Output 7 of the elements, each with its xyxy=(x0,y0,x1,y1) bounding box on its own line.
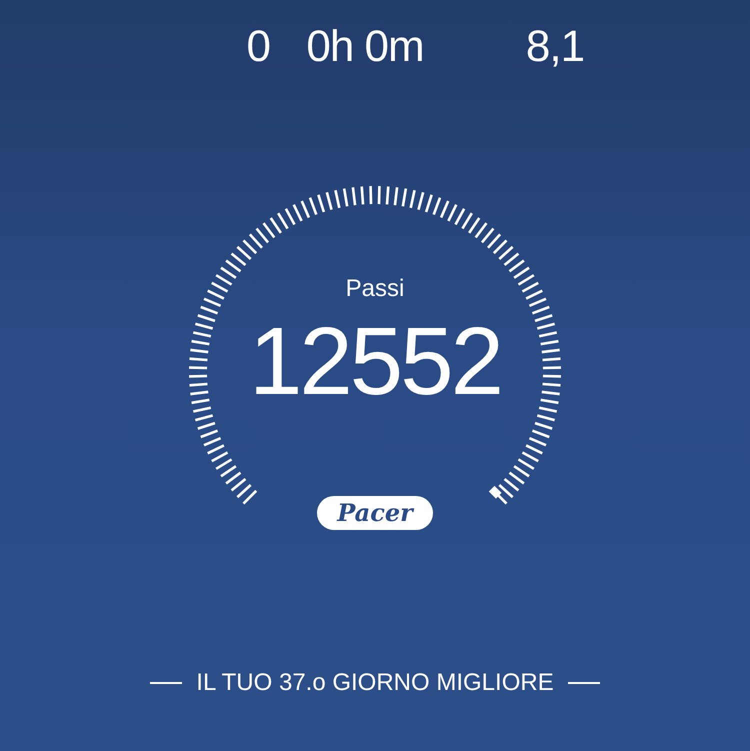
stat-value: 0h 0m xyxy=(305,22,425,72)
best-day-caption: IL TUO 37.o GIORNO MIGLIORE xyxy=(196,668,554,698)
steps-count: 12552 xyxy=(249,312,501,412)
logo-badge: Pacer xyxy=(317,496,433,530)
stat-value: 0 xyxy=(246,22,270,72)
stat-value: 8,1 xyxy=(524,22,586,72)
steps-label: Passi xyxy=(346,274,404,304)
